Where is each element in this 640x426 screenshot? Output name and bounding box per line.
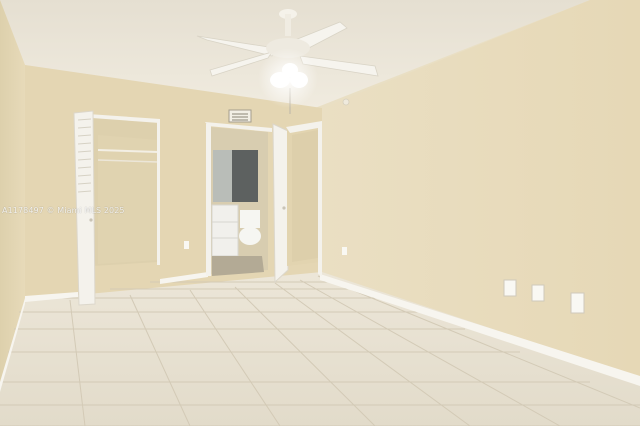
power-outlet-icon	[342, 247, 347, 255]
door-knob	[282, 206, 286, 210]
toilet[interactable]	[239, 227, 261, 245]
watermark-text: A1178497 © Miami MLS 2025	[2, 206, 125, 215]
toilet-tank	[240, 210, 260, 228]
door-knob	[89, 218, 93, 222]
thermostat	[342, 98, 350, 106]
air-vent-icon	[228, 109, 252, 123]
power-outlet-icon	[184, 241, 189, 249]
bathroom-mirror-wall	[213, 150, 232, 202]
bathroom-frame-left	[206, 124, 211, 276]
bathroom-tile-wall	[232, 150, 258, 202]
bathroom-door[interactable]	[272, 123, 289, 284]
light-icon	[258, 48, 318, 108]
bathroom-vanity[interactable]	[211, 204, 239, 257]
closet-interior-wall	[98, 135, 158, 264]
light-switch-icon	[531, 284, 545, 302]
closet-frame-right	[157, 120, 160, 265]
hallway-wall	[292, 130, 318, 262]
light-switch-icon	[503, 279, 517, 297]
power-outlet-icon	[570, 292, 585, 314]
